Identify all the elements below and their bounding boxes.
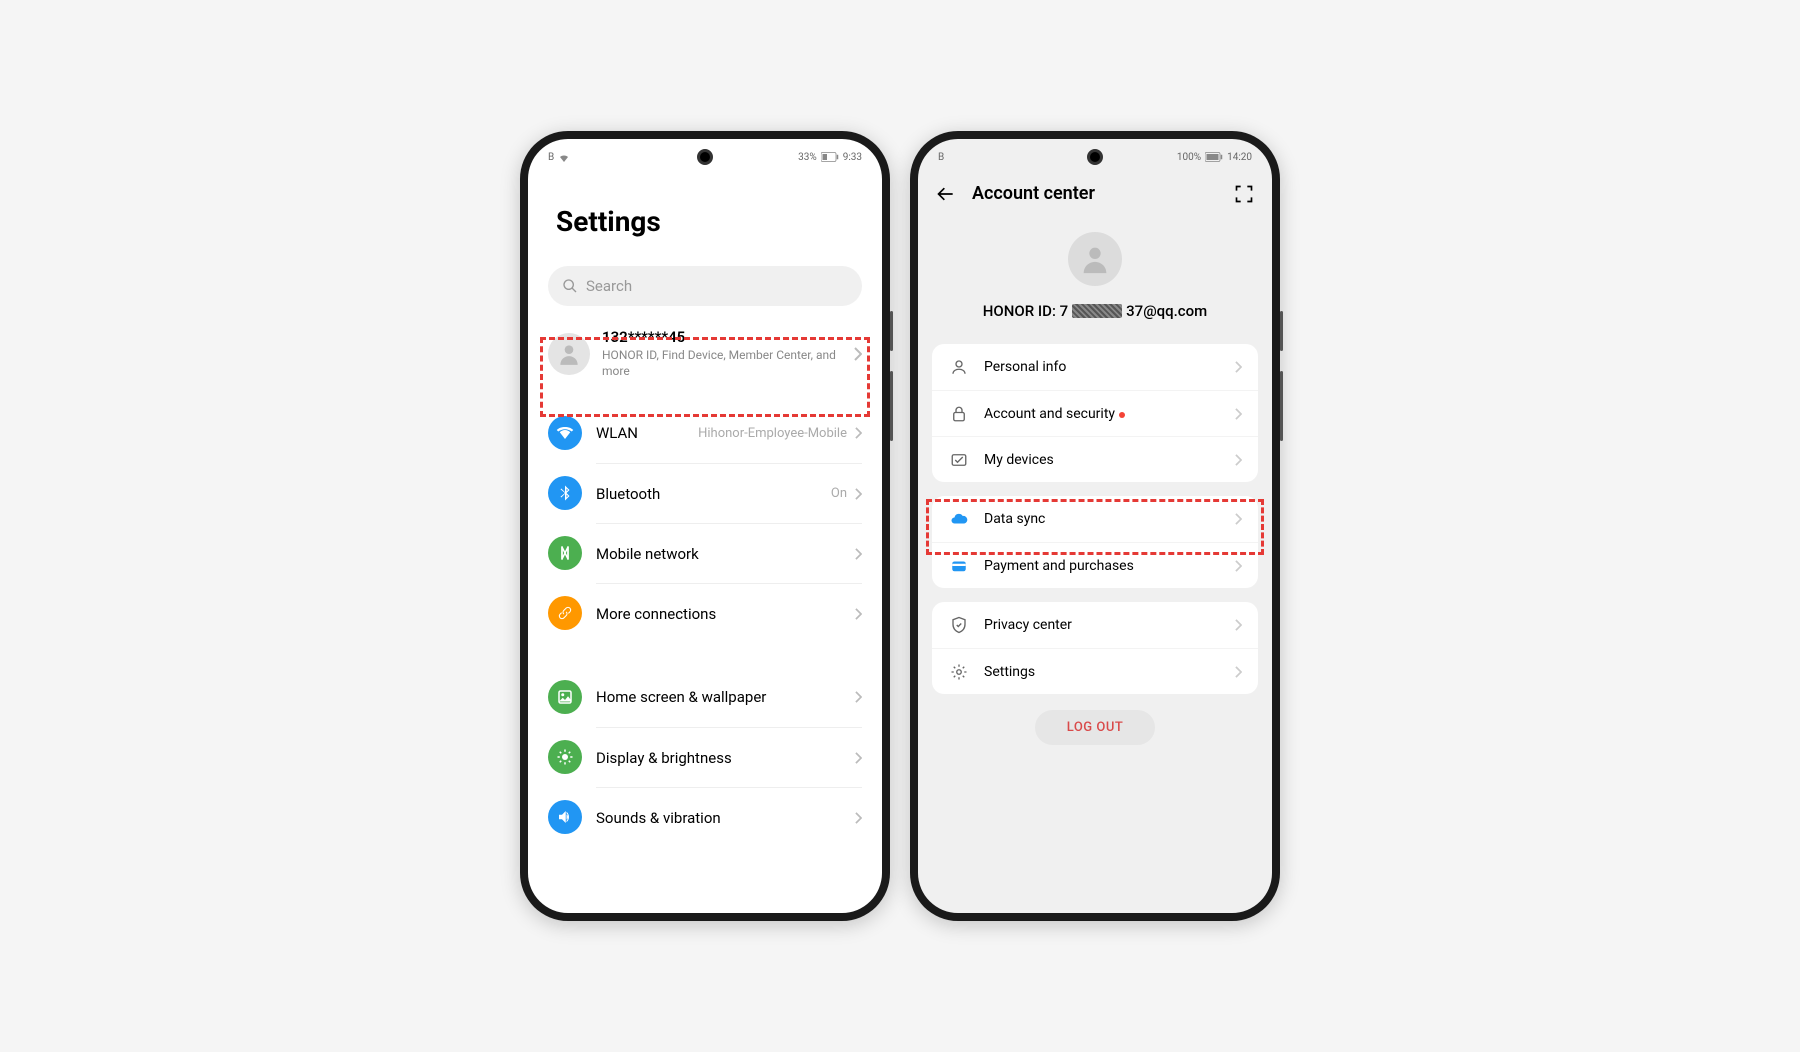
status-battery: 33% [798, 152, 817, 163]
chevron-right-icon [1235, 560, 1242, 572]
header-title: Account center [972, 183, 1218, 204]
settings-group-display: Home screen & wallpaper Display & bright… [548, 667, 862, 847]
power-button [1280, 371, 1283, 441]
card-label: Settings [984, 664, 1221, 680]
profile-section: HONOR ID: 7 37@qq.com [918, 212, 1272, 344]
chevron-right-icon [855, 812, 862, 824]
battery-icon [821, 152, 839, 162]
card-label: Data sync [984, 511, 1221, 527]
card-group-account: Personal info Account and security My de… [932, 344, 1258, 482]
chevron-right-icon [855, 691, 862, 703]
chevron-right-icon [1235, 513, 1242, 525]
row-display-brightness[interactable]: Display & brightness [548, 727, 862, 787]
account-subtitle: HONOR ID, Find Device, Member Center, an… [602, 348, 842, 379]
card-label: Payment and purchases [984, 558, 1221, 574]
row-label: Bluetooth [596, 485, 823, 503]
row-label: Display & brightness [596, 749, 847, 767]
row-mobile-network[interactable]: Mobile network [548, 523, 862, 583]
card-label: Privacy center [984, 617, 1221, 633]
wallet-icon [948, 557, 970, 575]
chevron-right-icon [854, 347, 862, 361]
person-icon [948, 358, 970, 376]
search-placeholder: Search [586, 277, 632, 295]
chevron-right-icon [855, 427, 862, 439]
status-battery: 100% [1177, 152, 1201, 163]
card-group-other: Privacy center Settings [932, 602, 1258, 694]
alert-dot [1119, 412, 1125, 418]
account-name: 132******45 [602, 328, 842, 346]
row-wlan[interactable]: WLAN Hihonor-Employee-Mobile [548, 403, 862, 463]
row-label: Mobile network [596, 545, 847, 563]
wifi-status-icon [558, 152, 570, 162]
header-bar: Account center [918, 175, 1272, 212]
row-home-wallpaper[interactable]: Home screen & wallpaper [548, 667, 862, 727]
search-input[interactable]: Search [548, 266, 862, 306]
row-settings[interactable]: Settings [932, 648, 1258, 694]
volume-button [890, 311, 893, 351]
camera-notch [697, 149, 713, 165]
connections-icon [548, 596, 582, 630]
phone-frame-settings: B 33% 9:33 Settings Search 132******45 [520, 131, 890, 921]
row-value: On [831, 486, 847, 501]
shield-icon [948, 616, 970, 634]
row-payment[interactable]: Payment and purchases [932, 542, 1258, 588]
row-label: Home screen & wallpaper [596, 688, 847, 706]
account-row[interactable]: 132******45 HONOR ID, Find Device, Membe… [548, 314, 862, 393]
search-icon [562, 278, 578, 294]
battery-icon [1205, 152, 1223, 162]
avatar [548, 333, 590, 375]
status-time: 9:33 [843, 152, 862, 163]
row-value: Hihonor-Employee-Mobile [698, 426, 847, 441]
row-label: WLAN [596, 424, 690, 442]
back-icon[interactable] [936, 184, 956, 204]
wifi-icon [548, 416, 582, 450]
chevron-right-icon [855, 752, 862, 764]
status-sim-icon: B [938, 152, 944, 163]
row-data-sync[interactable]: Data sync [932, 496, 1258, 542]
logout-button[interactable]: LOG OUT [1035, 710, 1156, 745]
profile-avatar[interactable] [1068, 232, 1122, 286]
card-label: Account and security [984, 406, 1221, 422]
devices-icon [948, 451, 970, 469]
row-more-connections[interactable]: More connections [548, 583, 862, 643]
row-personal-info[interactable]: Personal info [932, 344, 1258, 390]
row-account-security[interactable]: Account and security [932, 390, 1258, 436]
chevron-right-icon [1235, 361, 1242, 373]
row-my-devices[interactable]: My devices [932, 436, 1258, 482]
chevron-right-icon [1235, 454, 1242, 466]
chevron-right-icon [1235, 408, 1242, 420]
redacted-mask [1072, 304, 1122, 318]
scan-icon[interactable] [1234, 184, 1254, 204]
sound-icon [548, 800, 582, 834]
honor-id-label: HONOR ID: 7 37@qq.com [918, 302, 1272, 320]
chevron-right-icon [855, 548, 862, 560]
power-button [890, 371, 893, 441]
bluetooth-icon [548, 476, 582, 510]
card-label: Personal info [984, 359, 1221, 375]
gear-icon [948, 663, 970, 681]
status-sim-icon: B [548, 152, 554, 163]
camera-notch [1087, 149, 1103, 165]
chevron-right-icon [1235, 666, 1242, 678]
chevron-right-icon [855, 608, 862, 620]
page-title: Settings [556, 205, 862, 238]
cloud-icon [948, 510, 970, 528]
mobile-network-icon [548, 536, 582, 570]
row-privacy-center[interactable]: Privacy center [932, 602, 1258, 648]
row-sounds-vibration[interactable]: Sounds & vibration [548, 787, 862, 847]
volume-button [1280, 311, 1283, 351]
chevron-right-icon [855, 488, 862, 500]
lock-icon [948, 405, 970, 423]
phone-frame-account-center: B 100% 14:20 Account center HONOR ID: 7 … [910, 131, 1280, 921]
status-time: 14:20 [1227, 152, 1252, 163]
brightness-icon [548, 740, 582, 774]
wallpaper-icon [548, 680, 582, 714]
chevron-right-icon [1235, 619, 1242, 631]
card-group-sync: Data sync Payment and purchases [932, 496, 1258, 588]
card-label: My devices [984, 452, 1221, 468]
row-label: More connections [596, 605, 847, 623]
row-label: Sounds & vibration [596, 809, 847, 827]
row-bluetooth[interactable]: Bluetooth On [548, 463, 862, 523]
settings-group-connectivity: WLAN Hihonor-Employee-Mobile Bluetooth O… [548, 403, 862, 643]
